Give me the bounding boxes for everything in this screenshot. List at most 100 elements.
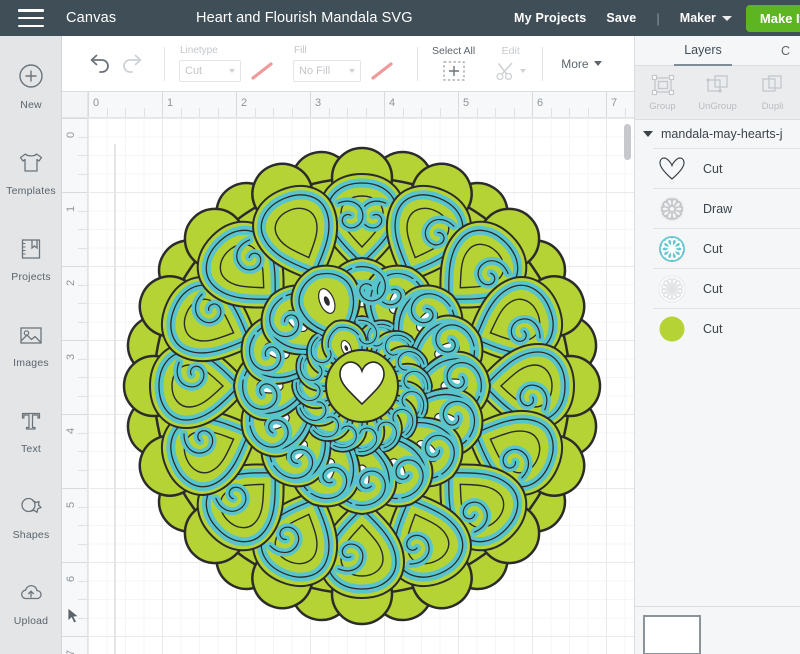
edit-label: Edit (501, 45, 520, 57)
panel-tabs: Layers C (635, 36, 800, 66)
sidebar-item-text[interactable]: Text (0, 394, 62, 466)
sidebar-item-images[interactable]: Images (0, 308, 62, 380)
ruler-minor-tick (78, 284, 87, 286)
ruler-major-tick (236, 92, 237, 117)
my-projects-link[interactable]: My Projects (514, 11, 586, 25)
chevron-down-icon (229, 69, 235, 73)
divider (417, 46, 418, 81)
shapes-star-icon (21, 497, 42, 513)
ruler-tick-label: 3 (315, 97, 322, 109)
sidebar-item-upload[interactable]: Upload (0, 566, 62, 638)
canvas-area[interactable]: 0 1 2 3 4 5 6 7 0 1 2 3 4 5 6 7 (62, 92, 634, 654)
ruler-minor-tick (78, 395, 87, 397)
cloud-upload-icon (21, 584, 42, 599)
sidebar-item-label: Images (13, 356, 49, 369)
ruler-minor-tick (78, 155, 87, 156)
edit-button[interactable]: Edit (495, 45, 527, 82)
mouse-pointer-icon (67, 607, 80, 624)
hamburger-icon[interactable] (18, 9, 44, 27)
diagonal-line-swatch-icon (251, 62, 273, 80)
sidebar-item-templates[interactable]: Templates (0, 136, 62, 208)
teal-mandala-thumb (659, 235, 685, 262)
divider (542, 46, 544, 81)
fill-control: Fill No Fill (293, 45, 395, 82)
ruler-tick-label: 6 (537, 97, 544, 109)
fill-select[interactable]: No Fill (293, 60, 361, 82)
tab-color-sync[interactable]: C (771, 44, 800, 65)
list-item[interactable]: Draw (653, 188, 800, 228)
ruler-major-tick (62, 562, 87, 563)
list-item[interactable]: Cut (653, 308, 800, 348)
canvas-label[interactable]: Canvas (66, 10, 116, 26)
triangle-down-icon[interactable] (643, 131, 653, 137)
layers-panel: Layers C Group UnGroup Dupli mandala-may… (634, 36, 800, 654)
ruler-tick-label: 6 (65, 575, 77, 582)
sidebar-item-shapes[interactable]: Shapes (0, 480, 62, 552)
mandala-artwork[interactable] (106, 130, 618, 642)
design-grid[interactable] (88, 118, 634, 654)
ruler-minor-tick (106, 108, 108, 117)
ruler-minor-tick (78, 543, 87, 545)
ruler-minor-tick (513, 108, 515, 117)
top-bar-actions: My Projects Save | Maker Make It (514, 0, 800, 36)
duplicate-button[interactable]: Dupli (745, 74, 800, 112)
sidebar-item-label: Templates (6, 184, 56, 197)
list-item[interactable]: Cut (653, 148, 800, 188)
ruler-major-tick (62, 118, 87, 119)
canvas-vertical-scrollbar[interactable] (624, 124, 631, 160)
layer-group-name: mandala-may-hearts-j (661, 127, 783, 141)
ruler-minor-tick (439, 108, 441, 117)
more-button[interactable]: More (561, 56, 602, 71)
ruler-minor-tick (78, 173, 87, 175)
select-all-marquee-icon (442, 61, 465, 81)
color-preview-box[interactable] (643, 615, 701, 654)
ruler-minor-tick (199, 108, 200, 117)
sidebar-item-projects[interactable]: Projects (0, 222, 62, 294)
machine-selector[interactable]: Maker (680, 11, 716, 25)
linetype-control: Linetype Cut (179, 45, 275, 82)
ruler-tick-label: 0 (93, 97, 100, 109)
ruler-minor-tick (78, 580, 87, 582)
layer-operation-label: Cut (703, 281, 723, 296)
linetype-select[interactable]: Cut (179, 60, 241, 82)
top-bar: Canvas Heart and Flourish Mandala SVG My… (0, 0, 800, 36)
save-button[interactable]: Save (606, 11, 636, 25)
group-label: Group (649, 100, 676, 112)
ruler-tick-label: 0 (65, 131, 77, 138)
ruler-tick-label: 4 (389, 97, 396, 109)
ruler-minor-tick (476, 108, 478, 117)
sidebar-item-label: Upload (13, 614, 49, 627)
divider (164, 46, 165, 81)
ruler-minor-tick (254, 108, 256, 117)
linetype-swatch[interactable] (249, 60, 275, 82)
undo-arrow-icon[interactable] (82, 47, 116, 81)
ruler-minor-tick (291, 108, 293, 117)
group-button[interactable]: Group (635, 74, 690, 112)
sidebar-item-label: Shapes (12, 528, 50, 541)
ungroup-button[interactable]: UnGroup (690, 74, 745, 112)
diagonal-line-swatch-icon (371, 62, 393, 80)
edit-scissors-icon (496, 62, 513, 81)
fill-swatch[interactable] (369, 60, 395, 82)
layer-group-header[interactable]: mandala-may-hearts-j (635, 120, 800, 148)
select-all-button[interactable]: Select All (432, 45, 475, 82)
ruler-corner (62, 92, 88, 118)
ruler-major-tick (606, 92, 607, 117)
ruler-major-tick (62, 488, 87, 489)
sidebar-item-label: New (20, 98, 42, 111)
make-it-button[interactable]: Make It (745, 4, 800, 32)
more-label: More (561, 56, 589, 71)
ruler-tick-label: 5 (463, 97, 470, 109)
chevron-down-icon[interactable] (721, 15, 732, 21)
ruler-minor-tick (78, 321, 87, 323)
list-item[interactable]: Cut (653, 228, 800, 268)
tab-layers[interactable]: Layers (674, 43, 732, 66)
ruler-minor-tick (78, 432, 87, 434)
sidebar-item-new[interactable]: New (0, 50, 62, 122)
tshirt-icon (19, 152, 43, 172)
ruler-tick-label: 2 (65, 279, 77, 286)
list-item[interactable]: Cut (653, 268, 800, 308)
ruler-minor-tick (125, 108, 126, 117)
ruler-major-tick (532, 92, 533, 117)
redo-arrow-icon[interactable] (116, 47, 150, 81)
